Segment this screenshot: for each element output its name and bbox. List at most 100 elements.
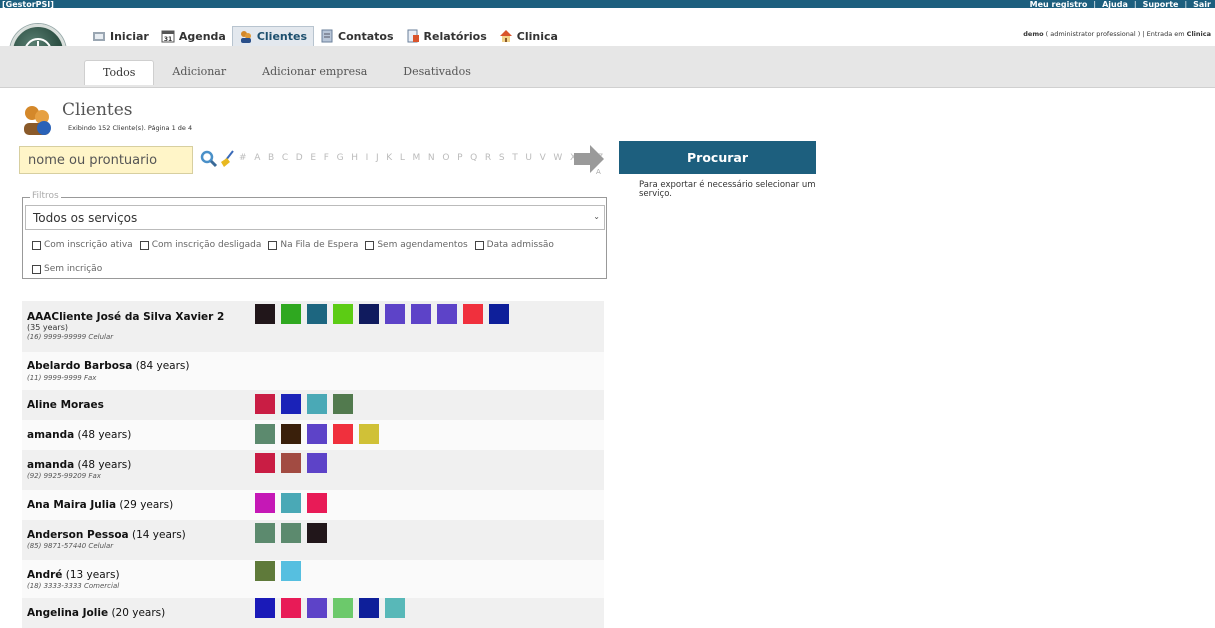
service-select[interactable]: Todos os serviços ⌄ [25,205,605,230]
service-swatch[interactable] [281,304,301,324]
nav-clientes[interactable]: Clientes [231,26,314,46]
tab-adicionar[interactable]: Adicionar [154,60,244,85]
link-sair[interactable]: Sair [1193,1,1211,9]
link-meu-registro[interactable]: Meu registro [1030,1,1088,9]
service-swatch[interactable] [255,394,275,414]
filter-checkbox-row: Sem incrição [32,264,106,274]
list-item[interactable]: Aline Moraes [22,390,604,420]
service-swatch[interactable] [359,424,379,444]
service-swatch[interactable] [255,453,275,473]
service-swatch[interactable] [333,424,353,444]
list-item[interactable]: Ana Maira Julia (29 years) [22,490,604,520]
service-swatch[interactable] [333,394,353,414]
checkbox-sem-inscricao[interactable] [32,264,41,274]
export-note: Para exportar é necessário selecionar um… [639,180,816,199]
service-swatch[interactable] [255,598,275,618]
search-button[interactable]: Procurar [619,141,816,174]
service-swatch[interactable] [307,424,327,444]
service-swatch[interactable] [281,453,301,473]
tab-desativados[interactable]: Desativados [385,60,489,85]
clinic-link[interactable]: Clinica [1187,30,1211,38]
link-ajuda[interactable]: Ajuda [1102,1,1128,9]
nav-contatos[interactable]: Contatos [314,26,400,46]
service-swatch[interactable] [307,523,327,543]
service-swatch[interactable] [281,424,301,444]
service-swatch[interactable] [281,598,301,618]
service-swatch[interactable] [307,394,327,414]
checkbox-data-admissao[interactable] [474,240,484,250]
service-swatch[interactable] [281,561,301,581]
service-swatch[interactable] [255,523,275,543]
contacts-icon [321,29,333,43]
service-swatch[interactable] [307,493,327,513]
client-name[interactable]: Abelardo Barbosa (84 years) [27,360,189,372]
client-name[interactable]: Anderson Pessoa (14 years) [27,529,186,541]
service-swatch[interactable] [359,304,379,324]
client-name[interactable]: amanda (48 years) [27,459,131,471]
service-swatch[interactable] [255,424,275,444]
checkbox-inscricao-desligada[interactable] [139,240,149,250]
nav-relatorios[interactable]: Relatórios [400,26,493,46]
nav-iniciar[interactable]: Iniciar [86,26,155,46]
nav-label: Contatos [338,29,394,43]
clear-broom-icon[interactable] [218,148,238,168]
service-swatch[interactable] [307,598,327,618]
client-name[interactable]: André (13 years) [27,569,120,581]
top-links: Meu registro | Ajuda | Suporte | Sair [1030,0,1211,9]
tab-todos[interactable]: Todos [84,60,155,85]
filter-checkbox-row: Com inscrição ativa Com inscrição deslig… [32,240,558,250]
service-swatch[interactable] [281,394,301,414]
client-name[interactable]: AAACliente José da Silva Xavier 2 [27,311,224,323]
client-name[interactable]: Ana Maira Julia (29 years) [27,499,173,511]
service-swatch[interactable] [333,598,353,618]
search-input[interactable] [19,146,193,174]
list-item[interactable]: Angelina Jolie (20 years) [22,598,604,628]
service-swatch[interactable] [307,304,327,324]
brand-label: [GestorPSI] [2,0,54,9]
user-meta: demo ( administrator professional ) | En… [1023,30,1211,38]
client-list: AAACliente José da Silva Xavier 2 (35 ye… [22,301,604,628]
page-subtitle: Exibindo 152 Cliente(s). Página 1 de 4 [68,124,193,132]
nav-clinica[interactable]: Clinica [493,26,564,46]
checkbox-label: Com inscrição desligada [151,240,262,250]
list-item[interactable]: amanda (48 years) (92) 9925-99209 Fax [22,450,604,490]
nav-agenda[interactable]: 31 Agenda [155,26,232,46]
service-swatch[interactable] [255,493,275,513]
client-phone: (16) 9999-99999 Celular [27,333,114,341]
client-name[interactable]: Angelina Jolie (20 years) [27,607,165,619]
nav-label: Clinica [516,29,558,43]
list-item[interactable]: André (13 years) (18) 3333-3333 Comercia… [22,560,604,598]
page-title: Clientes [62,100,133,120]
user-name[interactable]: demo [1023,30,1043,38]
service-swatch[interactable] [359,598,379,618]
service-swatch[interactable] [255,304,275,324]
separator: | [1133,0,1137,9]
checkbox-sem-agendamentos[interactable] [365,240,375,250]
service-swatches [255,453,327,473]
service-swatch[interactable] [333,304,353,324]
client-name[interactable]: Aline Moraes [27,399,104,411]
service-swatch[interactable] [411,304,431,324]
list-item[interactable]: amanda (48 years) [22,420,604,450]
link-suporte[interactable]: Suporte [1143,1,1179,9]
list-item[interactable]: Abelardo Barbosa (84 years) (11) 9999-99… [22,352,604,390]
service-swatch[interactable] [281,493,301,513]
service-swatch[interactable] [255,561,275,581]
list-item[interactable]: AAACliente José da Silva Xavier 2 (35 ye… [22,301,604,352]
checkbox-label: Na Fila de Espera [280,240,359,250]
search-icon[interactable] [199,149,219,169]
service-swatch[interactable] [307,453,327,473]
tab-adicionar-empresa[interactable]: Adicionar empresa [244,60,385,85]
service-swatch[interactable] [437,304,457,324]
checkbox-inscricao-ativa[interactable] [32,240,41,250]
alphabet-filter[interactable]: # A B C D E F G H I J K L M N O P Q R S … [239,153,606,163]
service-swatches [255,394,353,414]
service-swatch[interactable] [385,304,405,324]
service-swatch[interactable] [281,523,301,543]
checkbox-fila-espera[interactable] [268,240,278,250]
list-item[interactable]: Anderson Pessoa (14 years) (85) 9871-574… [22,520,604,560]
client-name[interactable]: amanda (48 years) [27,429,131,441]
service-swatch[interactable] [489,304,509,324]
service-swatch[interactable] [463,304,483,324]
service-swatch[interactable] [385,598,405,618]
